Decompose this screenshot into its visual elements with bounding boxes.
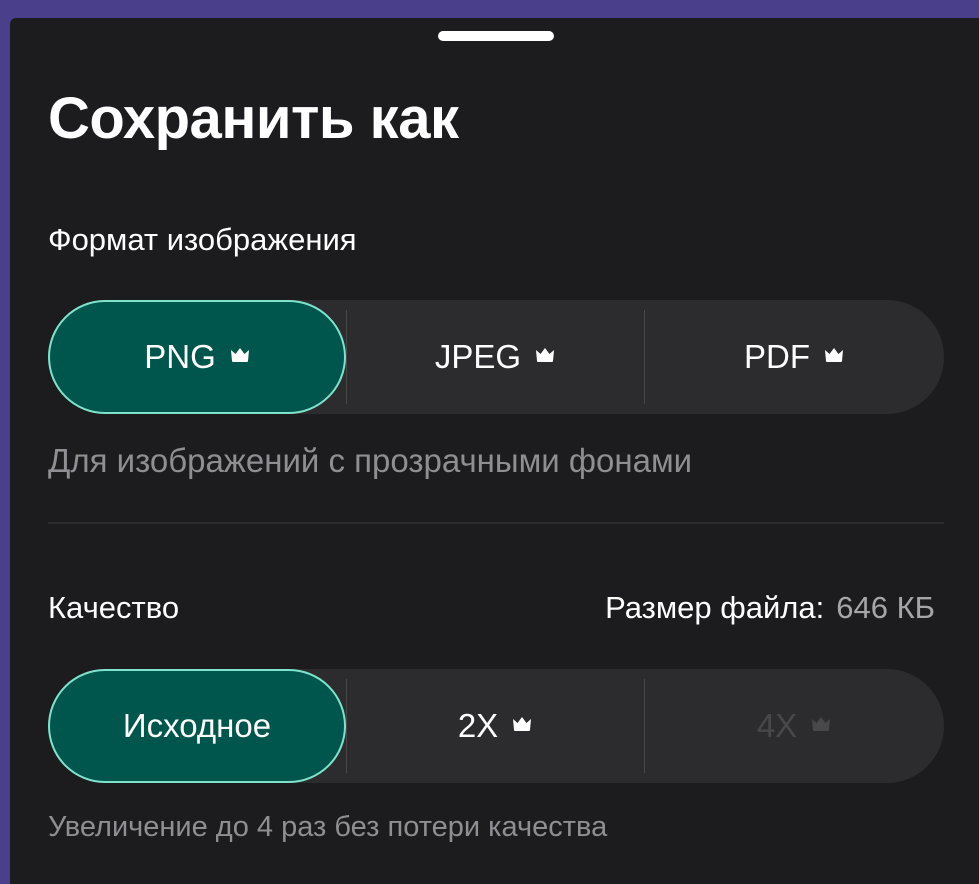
section-divider: [48, 522, 944, 524]
quality-option-original[interactable]: Исходное: [48, 669, 346, 783]
crown-icon: [535, 347, 555, 363]
quality-option-4x[interactable]: 4X: [644, 669, 944, 783]
format-option-pdf[interactable]: PDF: [644, 300, 944, 414]
quality-section-label: Качество: [48, 590, 180, 625]
format-option-png[interactable]: PNG: [48, 300, 346, 414]
quality-option-label: 2X: [457, 707, 499, 744]
format-hint: Для изображений с прозрачными фонами: [48, 442, 693, 479]
format-option-label: PNG: [144, 338, 216, 375]
filesize-label: Размер файла:: [605, 590, 825, 625]
sheet-grabber-handle[interactable]: [438, 31, 554, 41]
crown-icon: [230, 347, 250, 363]
format-option-jpeg[interactable]: JPEG: [346, 300, 644, 414]
quality-option-label: Исходное: [122, 707, 272, 744]
format-option-label: JPEG: [434, 338, 522, 375]
quality-segmented-control: Исходное 2X 4X: [48, 669, 944, 783]
filesize-value: 646 КБ: [836, 590, 935, 625]
format-section-label: Формат изображения: [48, 222, 357, 257]
quality-option-2x[interactable]: 2X: [346, 669, 644, 783]
crown-icon: [824, 347, 844, 363]
quality-option-label: 4X: [756, 707, 798, 744]
filesize-readout: Размер файла: 646 КБ: [605, 588, 935, 628]
format-segmented-control: PNG JPEG PDF: [48, 300, 944, 414]
format-option-label: PDF: [744, 338, 810, 375]
crown-icon: [811, 716, 831, 732]
sheet-title: Сохранить как: [48, 86, 459, 151]
crown-icon: [512, 716, 532, 732]
quality-hint: Увеличение до 4 раз без потери качества: [48, 811, 608, 843]
